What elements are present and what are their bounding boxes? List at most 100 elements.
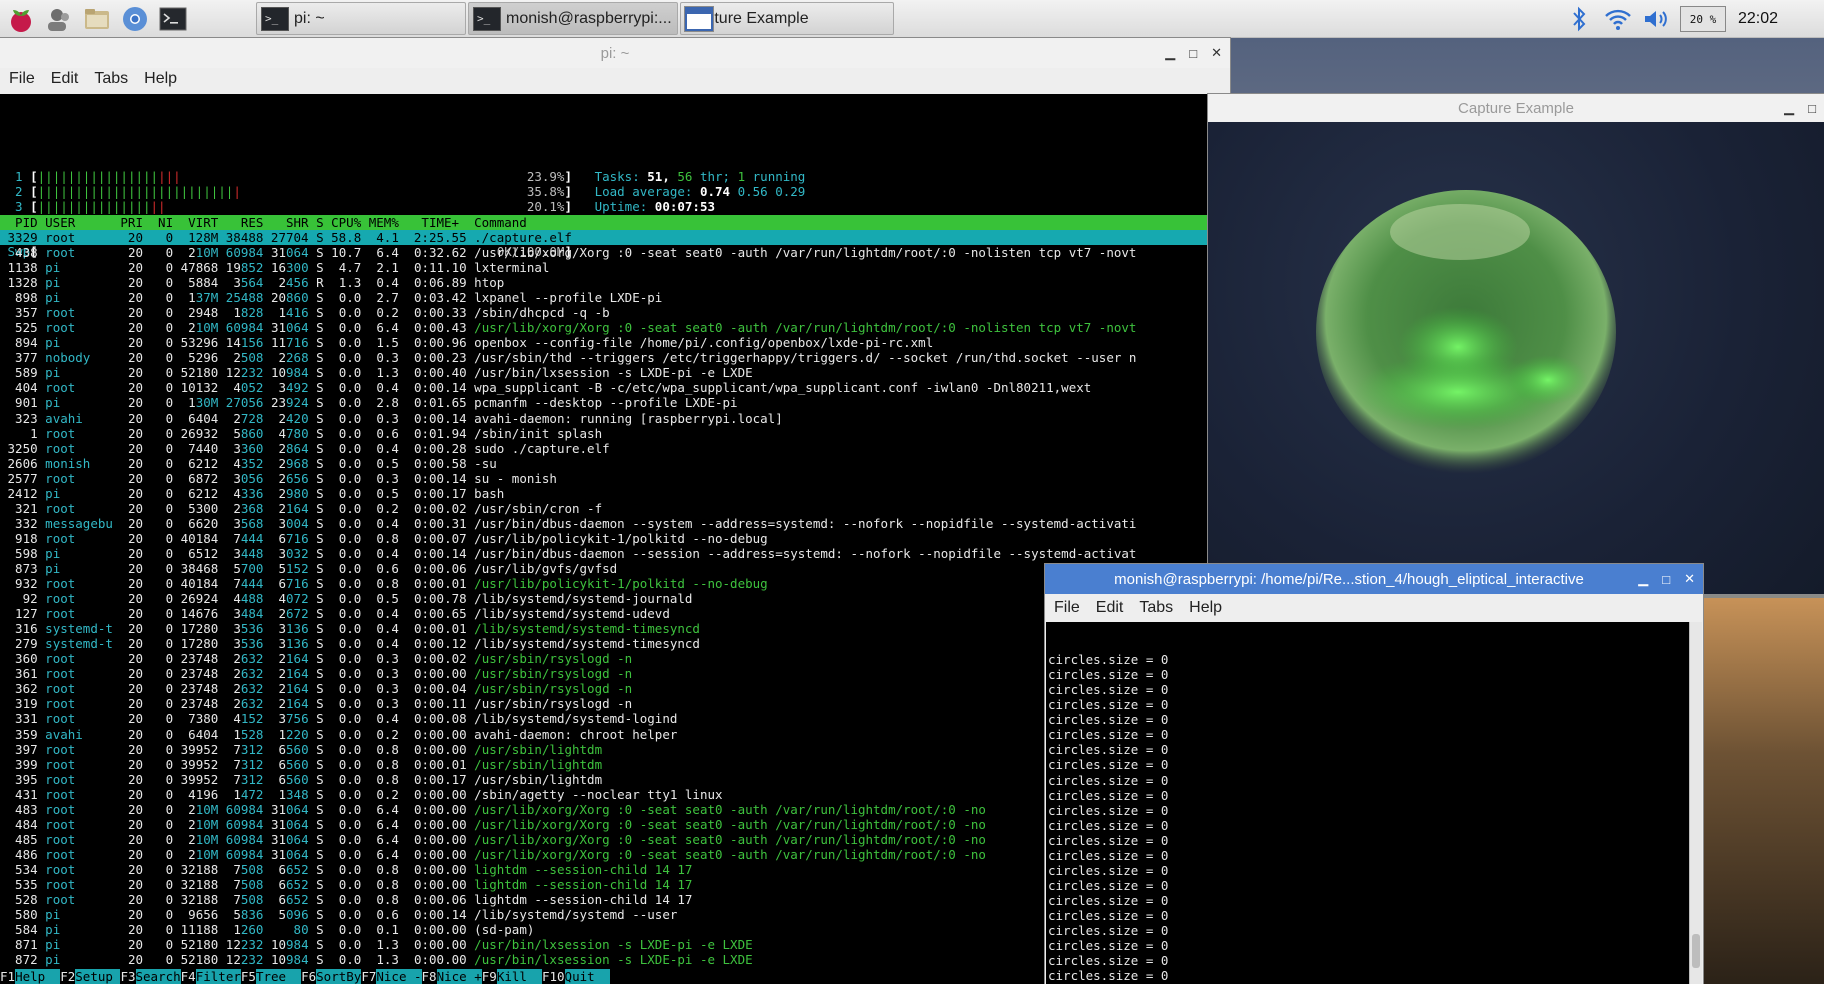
task-capture-example[interactable]: Capture Example	[680, 2, 894, 35]
process-row[interactable]: 323 avahi 20 0 6404 2728 2420 S 0.0 0.3 …	[0, 411, 1208, 426]
process-row[interactable]: 932 root 20 0 40184 7444 6716 S 0.0 0.8 …	[0, 576, 1208, 591]
meter-value: 35.8%	[526, 184, 565, 200]
process-row[interactable]: 359 avahi 20 0 6404 1528 1220 S 0.0 0.2 …	[0, 727, 1208, 742]
fkey-f4[interactable]: F4Filter	[181, 969, 241, 984]
close-icon[interactable]: ✕	[1684, 571, 1695, 587]
process-row[interactable]: 528 root 20 0 32188 7508 6652 S 0.0 0.8 …	[0, 892, 1208, 907]
htop-selected-row[interactable]: 3329 root 20 0 128M 38488 27704 S 58.8 4…	[0, 230, 1208, 245]
process-row[interactable]: 360 root 20 0 23748 2632 2164 S 0.0 0.3 …	[0, 651, 1208, 666]
clock[interactable]: 22:02	[1738, 0, 1778, 38]
fkey-f7[interactable]: F7Nice -	[361, 969, 422, 984]
process-row[interactable]: 535 root 20 0 32188 7508 6652 S 0.0 0.8 …	[0, 877, 1208, 892]
bluetooth-icon[interactable]	[1570, 0, 1588, 38]
process-row[interactable]: 279 systemd-t 20 0 17280 3536 3136 S 0.0…	[0, 636, 1208, 651]
fkey-f3[interactable]: F3Search	[120, 969, 181, 984]
fkey-f8[interactable]: F8Nice +	[422, 969, 482, 984]
process-row[interactable]: 3250 root 20 0 7440 3360 2864 S 0.0 0.4 …	[0, 441, 1208, 456]
process-row[interactable]: 873 pi 20 0 38468 5700 5152 S 0.0 0.6 0:…	[0, 561, 1208, 576]
process-row[interactable]: 357 root 20 0 2948 1828 1416 S 0.0 0.2 0…	[0, 305, 1208, 320]
process-row[interactable]: 2577 root 20 0 6872 3056 2656 S 0.0 0.3 …	[0, 471, 1208, 486]
file-manager-icon[interactable]	[80, 2, 114, 36]
process-row[interactable]: 872 pi 20 0 52180 12232 10984 S 0.0 1.3 …	[0, 952, 1208, 967]
process-row[interactable]: 2412 pi 20 0 6212 4336 2980 S 0.0 0.5 0:…	[0, 486, 1208, 501]
window-titlebar[interactable]: monish@raspberrypi: /home/pi/Re...stion_…	[1045, 564, 1703, 594]
process-row[interactable]: 431 root 20 0 4196 1472 1348 S 0.0 0.2 0…	[0, 787, 1208, 802]
minimize-icon[interactable]: ▁	[1165, 45, 1175, 61]
fkey-f10[interactable]: F10Quit	[542, 969, 610, 984]
process-row[interactable]: 1 root 20 0 26932 5860 4780 S 0.0 0.6 0:…	[0, 426, 1208, 441]
process-row[interactable]: 361 root 20 0 23748 2632 2164 S 0.0 0.3 …	[0, 666, 1208, 681]
process-row[interactable]: 92 root 20 0 26924 4488 4072 S 0.0 0.5 0…	[0, 591, 1208, 606]
htop-terminal[interactable]: 1 [||||||||||||||||||| 23.9%] Tasks: 51,…	[0, 94, 1208, 984]
process-row[interactable]: 534 root 20 0 32188 7508 6652 S 0.0 0.8 …	[0, 862, 1208, 877]
process-row[interactable]: 399 root 20 0 39952 7312 6560 S 0.0 0.8 …	[0, 757, 1208, 772]
maximize-icon[interactable]: □	[1189, 46, 1197, 61]
raspberry-menu-icon[interactable]	[4, 2, 38, 36]
minimize-icon[interactable]: ▁	[1638, 571, 1648, 587]
process-row[interactable]: 319 root 20 0 23748 2632 2164 S 0.0 0.3 …	[0, 696, 1208, 711]
process-row[interactable]: 898 pi 20 0 137M 25488 20860 S 0.0 2.7 0…	[0, 290, 1208, 305]
fkey-f6[interactable]: F6SortBy	[301, 969, 362, 984]
process-row[interactable]: 332 messagebu 20 0 6620 3568 3004 S 0.0 …	[0, 516, 1208, 531]
process-row[interactable]: 486 root 20 0 210M 60984 31064 S 0.0 6.4…	[0, 847, 1208, 862]
window-titlebar[interactable]: pi: ~ ▁ □ ✕	[0, 38, 1230, 68]
process-row[interactable]: 580 pi 20 0 9656 5836 5096 S 0.0 0.6 0:0…	[0, 907, 1208, 922]
process-row[interactable]: 525 root 20 0 210M 60984 31064 S 0.0 6.4…	[0, 320, 1208, 335]
task-pi-terminal[interactable]: >_ pi: ~	[256, 2, 466, 35]
menu-file[interactable]: File	[9, 70, 35, 88]
scrollbar[interactable]	[1689, 622, 1702, 984]
scrollbar-thumb[interactable]	[1692, 934, 1700, 968]
fkey-f5[interactable]: F5Tree	[241, 969, 302, 984]
minimize-icon[interactable]: ▁	[1784, 100, 1794, 116]
process-row[interactable]: 127 root 20 0 14676 3484 2672 S 0.0 0.4 …	[0, 606, 1208, 621]
menu-edit[interactable]: Edit	[1096, 599, 1124, 617]
monish-terminal-window: monish@raspberrypi: /home/pi/Re...stion_…	[1045, 564, 1703, 984]
process-row[interactable]: 901 pi 20 0 130M 27056 23924 S 0.0 2.8 0…	[0, 395, 1208, 410]
maximize-icon[interactable]: □	[1808, 101, 1816, 116]
htop-function-keys: F1Help F2Setup F3SearchF4FilterF5Tree F6…	[0, 969, 1208, 984]
process-row[interactable]: 589 pi 20 0 52180 12232 10984 S 0.0 1.3 …	[0, 365, 1208, 380]
terminal-icon[interactable]	[156, 2, 190, 36]
window-titlebar[interactable]: Capture Example ▁ □	[1208, 94, 1824, 122]
cpu-monitor[interactable]: 20 %	[1680, 6, 1726, 32]
process-row[interactable]: 321 root 20 0 5300 2368 2164 S 0.0 0.2 0…	[0, 501, 1208, 516]
process-row[interactable]: 894 pi 20 0 53296 14156 11716 S 0.0 1.5 …	[0, 335, 1208, 350]
process-row[interactable]: 918 root 20 0 40184 7444 6716 S 0.0 0.8 …	[0, 531, 1208, 546]
menu-help[interactable]: Help	[144, 70, 177, 88]
volume-icon[interactable]	[1642, 0, 1670, 38]
chromium-icon[interactable]	[118, 2, 152, 36]
fkey-f2[interactable]: F2Setup	[60, 969, 121, 984]
htop-column-header[interactable]: PID USER PRI NI VIRT RES SHR S CPU% MEM%…	[0, 215, 1208, 230]
process-row[interactable]: 871 pi 20 0 52180 12232 10984 S 0.0 1.3 …	[0, 937, 1208, 952]
process-row[interactable]: 1138 pi 20 0 47868 19852 16300 S 4.7 2.1…	[0, 260, 1208, 275]
fkey-f1[interactable]: F1Help	[0, 969, 61, 984]
fkey-f9[interactable]: F9Kill	[482, 969, 542, 984]
menu-tabs[interactable]: Tabs	[94, 70, 128, 88]
process-row[interactable]: 438 root 20 0 210M 60984 31064 S 10.7 6.…	[0, 245, 1208, 260]
process-row[interactable]: 584 pi 20 0 11188 1260 80 S 0.0 0.1 0:00…	[0, 922, 1208, 937]
process-row[interactable]: 484 root 20 0 210M 60984 31064 S 0.0 6.4…	[0, 817, 1208, 832]
process-row[interactable]: 316 systemd-t 20 0 17280 3536 3136 S 0.0…	[0, 621, 1208, 636]
close-icon[interactable]: ✕	[1211, 45, 1222, 61]
process-row[interactable]: 377 nobody 20 0 5296 2508 2268 S 0.0 0.3…	[0, 350, 1208, 365]
menu-file[interactable]: File	[1054, 599, 1080, 617]
users-icon[interactable]	[42, 2, 76, 36]
process-row[interactable]: 483 root 20 0 210M 60984 31064 S 0.0 6.4…	[0, 802, 1208, 817]
terminal-line: circles.size = 0	[1048, 953, 1169, 969]
maximize-icon[interactable]: □	[1662, 572, 1670, 587]
process-row[interactable]: 2606 monish 20 0 6212 4352 2968 S 0.0 0.…	[0, 456, 1208, 471]
terminal-output[interactable]: circles.size = 0 circles.size = 0 circles.…	[1046, 622, 1702, 984]
menu-edit[interactable]: Edit	[51, 70, 79, 88]
process-row[interactable]: 1328 pi 20 0 5884 3564 2456 R 1.3 0.4 0:…	[0, 275, 1208, 290]
process-row[interactable]: 362 root 20 0 23748 2632 2164 S 0.0 0.3 …	[0, 681, 1208, 696]
menu-help[interactable]: Help	[1189, 599, 1222, 617]
process-row[interactable]: 404 root 20 0 10132 4052 3492 S 0.0 0.4 …	[0, 380, 1208, 395]
process-row[interactable]: 485 root 20 0 210M 60984 31064 S 0.0 6.4…	[0, 832, 1208, 847]
process-row[interactable]: 598 pi 20 0 6512 3448 3032 S 0.0 0.4 0:0…	[0, 546, 1208, 561]
menu-tabs[interactable]: Tabs	[1139, 599, 1173, 617]
process-row[interactable]: 397 root 20 0 39952 7312 6560 S 0.0 0.8 …	[0, 742, 1208, 757]
process-row[interactable]: 395 root 20 0 39952 7312 6560 S 0.0 0.8 …	[0, 772, 1208, 787]
process-row[interactable]: 331 root 20 0 7380 4152 3756 S 0.0 0.4 0…	[0, 711, 1208, 726]
task-monish-terminal[interactable]: >_ monish@raspberrypi:...	[468, 2, 678, 35]
wifi-icon[interactable]	[1604, 0, 1632, 38]
